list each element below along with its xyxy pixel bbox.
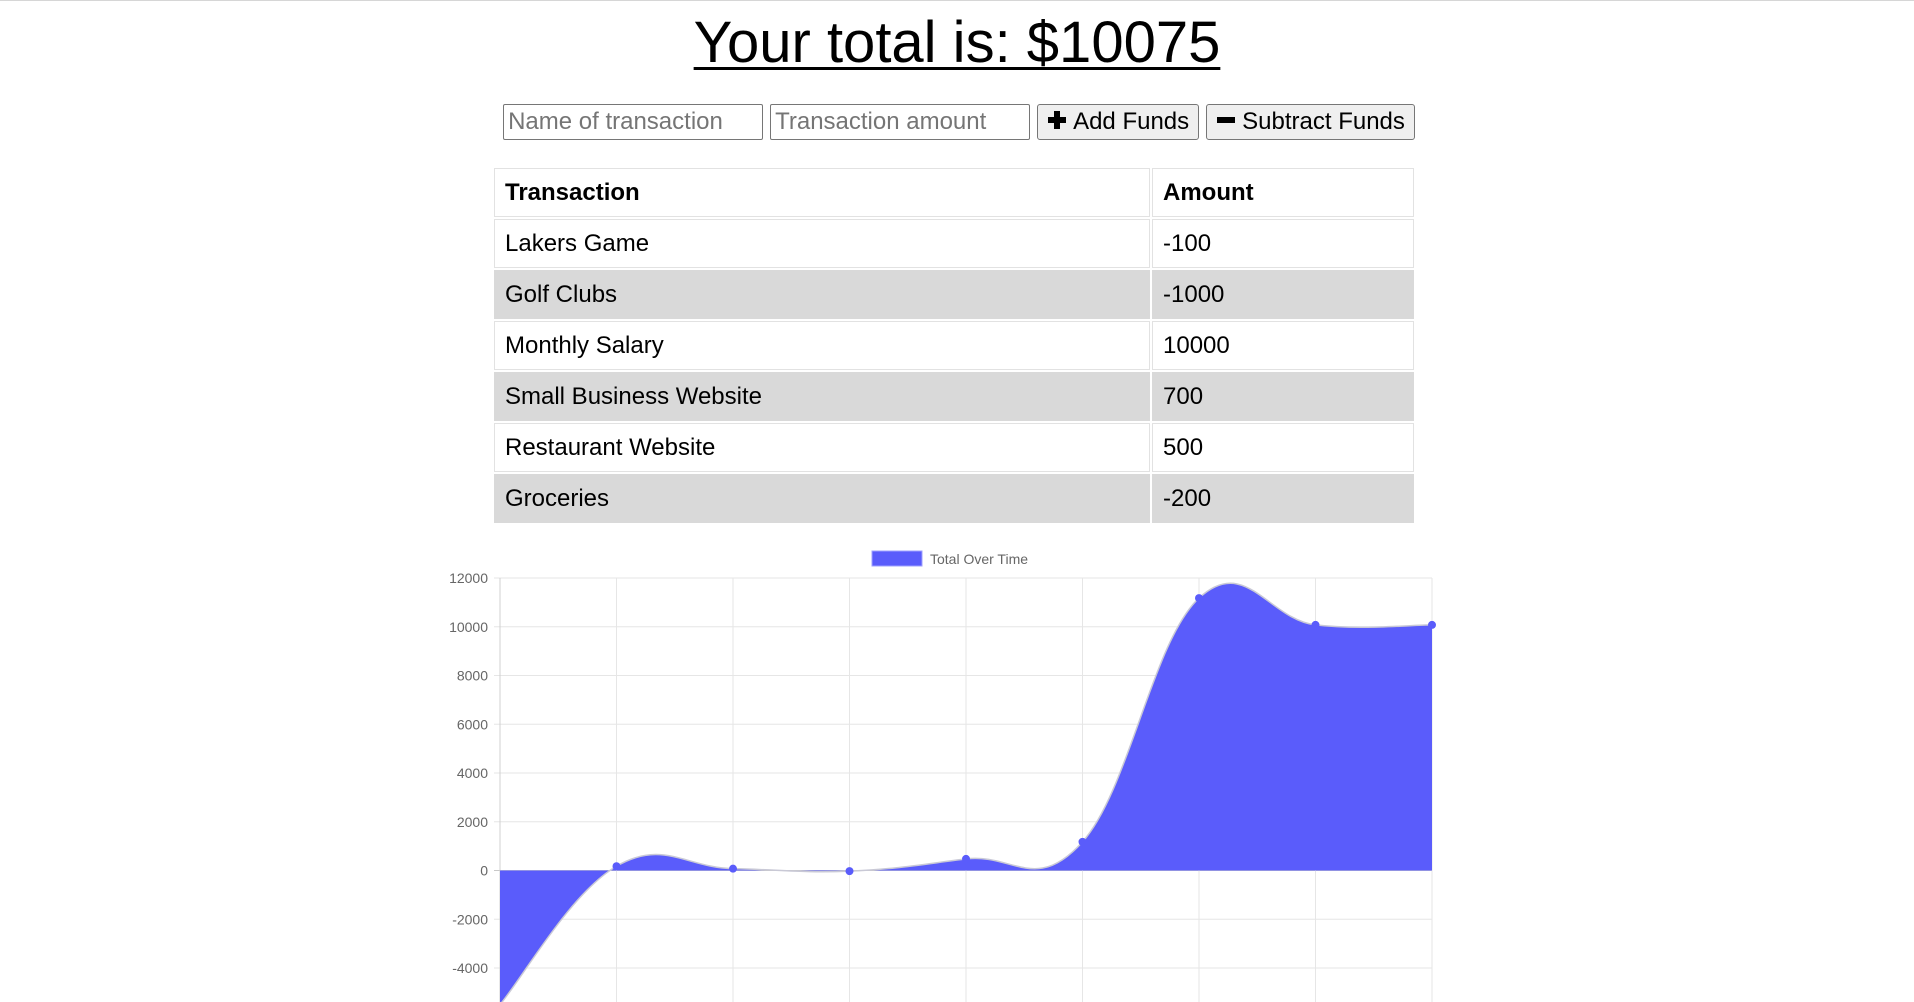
add-funds-button[interactable]: Add Funds (1037, 104, 1200, 140)
y-tick-label: -4000 (452, 960, 488, 976)
transaction-amount-cell: -100 (1152, 219, 1414, 268)
transaction-name-cell: Restaurant Website (494, 423, 1150, 472)
minus-icon (1216, 110, 1236, 135)
top-border (0, 0, 1914, 1)
transaction-amount-cell: -200 (1152, 474, 1414, 523)
y-tick-label: 2000 (457, 814, 488, 830)
data-point (612, 862, 621, 871)
table-row: Lakers Game -100 (494, 219, 1414, 268)
table-row: Restaurant Website 500 (494, 423, 1414, 472)
y-tick-label: 12000 (449, 570, 488, 586)
subtract-funds-button[interactable]: Subtract Funds (1206, 104, 1415, 140)
transaction-name-cell: Small Business Website (494, 372, 1150, 421)
header-amount: Amount (1152, 168, 1414, 217)
y-tick-label: 8000 (457, 668, 488, 684)
y-tick-label: 4000 (457, 765, 488, 781)
data-point (845, 867, 854, 876)
subtract-funds-label: Subtract Funds (1242, 108, 1405, 135)
table-row: Golf Clubs -1000 (494, 270, 1414, 319)
transactions-table-wrapper: Transaction Amount Lakers Game -100 Golf… (492, 166, 1416, 525)
transaction-name-cell: Golf Clubs (494, 270, 1150, 319)
data-point (1078, 837, 1087, 846)
transaction-form: Add Funds Subtract Funds (0, 104, 1914, 140)
data-point (1428, 620, 1436, 629)
total-heading: Your total is: $10075 (693, 10, 1221, 75)
plus-icon (1047, 110, 1067, 135)
table-header-row: Transaction Amount (494, 168, 1414, 217)
transactions-table: Transaction Amount Lakers Game -100 Golf… (492, 166, 1416, 525)
data-point (962, 854, 970, 863)
transaction-amount-cell: -1000 (1152, 270, 1414, 319)
y-tick-label: 10000 (449, 619, 488, 635)
transaction-name-input[interactable] (503, 104, 764, 140)
data-point (729, 864, 737, 873)
y-tick-label: -2000 (452, 911, 488, 927)
legend-swatch (871, 550, 923, 567)
legend-label: Total Over Time (930, 551, 1028, 567)
chart-canvas: 12000 10000 8000 6000 4000 2000 0 -2000 -4000 Tot… (449, 550, 1436, 1002)
table-row: Small Business Website 700 (494, 372, 1414, 421)
data-point (1311, 620, 1320, 629)
transaction-amount-cell: 500 (1152, 423, 1414, 472)
data-point (1195, 594, 1203, 603)
table-row: Monthly Salary 10000 (494, 321, 1414, 370)
add-funds-label: Add Funds (1073, 108, 1190, 135)
transaction-amount-input[interactable] (770, 104, 1031, 140)
transaction-name-cell: Groceries (494, 474, 1150, 523)
table-row: Groceries -200 (494, 474, 1414, 523)
total-over-time-chart: 12000 10000 8000 6000 4000 2000 0 -2000 -4000 Tot… (0, 540, 1914, 1002)
header-transaction: Transaction (494, 168, 1150, 217)
transaction-name-cell: Monthly Salary (494, 321, 1150, 370)
y-tick-label: 6000 (457, 716, 488, 732)
transaction-amount-cell: 700 (1152, 372, 1414, 421)
y-tick-label: 0 (480, 863, 488, 879)
transaction-amount-cell: 10000 (1152, 321, 1414, 370)
transaction-name-cell: Lakers Game (494, 219, 1150, 268)
